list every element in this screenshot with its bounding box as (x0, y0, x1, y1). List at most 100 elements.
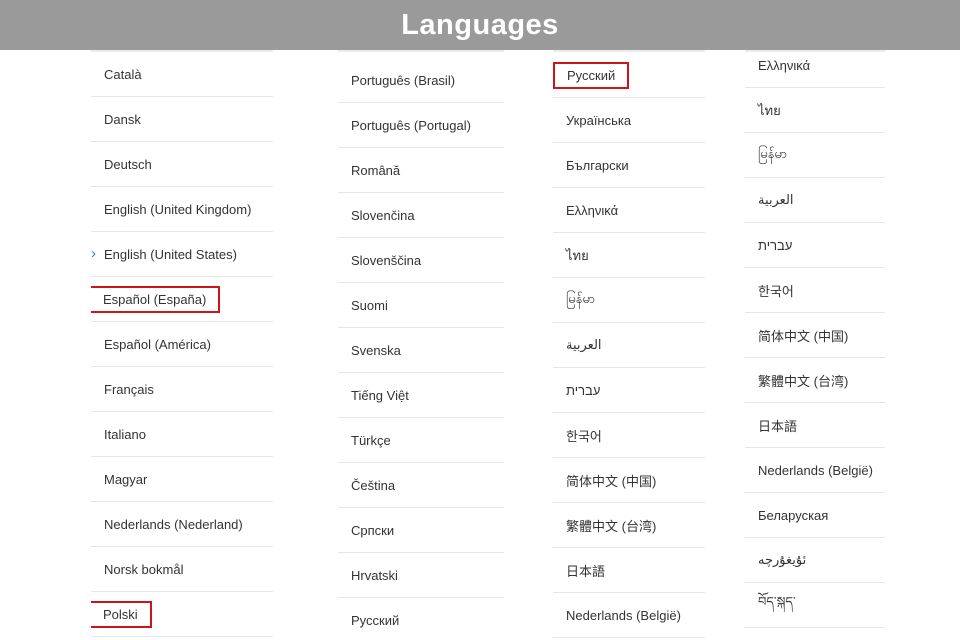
language-option[interactable]: Türkçe (338, 418, 504, 463)
language-option-label: Ελληνικά (566, 202, 619, 218)
language-option[interactable]: › English (United States) (91, 232, 273, 277)
language-option-label: Français (104, 381, 154, 397)
language-option-label: Italiano (104, 426, 146, 442)
language-option[interactable]: ไทย (745, 88, 885, 133)
language-option[interactable]: Svenska (338, 328, 504, 373)
language-option-label: 繁體中文 (台湾) (566, 518, 657, 534)
language-option-label: Српски (351, 522, 395, 538)
language-option[interactable]: Deutsch (91, 142, 273, 187)
language-option-label: བོད་སྐད་ (758, 593, 796, 609)
language-option[interactable]: မြန်မာ (745, 133, 885, 178)
language-option-label: עברית (566, 382, 601, 398)
language-option[interactable]: 简体中文 (中国) (745, 313, 885, 358)
language-option[interactable]: עברית (745, 223, 885, 268)
language-option[interactable]: 한국어 (745, 268, 885, 313)
language-option[interactable]: Suomi (338, 283, 504, 328)
language-option-label: Svenska (351, 342, 401, 358)
language-option[interactable]: 简体中文 (中国) (553, 458, 705, 503)
language-option-label: English (United States) (104, 246, 237, 262)
language-option[interactable]: မြန်မာ (553, 278, 705, 323)
language-option[interactable]: 日本語 (745, 403, 885, 448)
language-option-label: မြန်မာ (758, 145, 788, 161)
language-option[interactable]: English (United Kingdom) (91, 187, 273, 232)
language-option[interactable]: Hrvatski (338, 553, 504, 598)
language-option-label: ไทย (566, 247, 589, 263)
language-option-label: Slovenčina (351, 207, 415, 223)
language-option[interactable]: Tiếng Việt (338, 373, 504, 418)
language-option-label: Català (104, 66, 142, 82)
language-option-label: עברית (758, 237, 793, 253)
language-option-label: Русский (553, 61, 630, 89)
language-option-label: العربية (758, 192, 794, 207)
language-option-label: Română (351, 162, 401, 178)
language-option[interactable]: Nederlands (Nederland) (91, 502, 273, 547)
page-header: Languages (0, 0, 960, 50)
language-option[interactable]: 한국어 (553, 413, 705, 458)
language-option[interactable]: Dansk (91, 97, 273, 142)
language-option-label: Ελληνικά (758, 57, 811, 73)
language-option-label: Español (América) (104, 336, 211, 352)
language-option-label: Español (España) (91, 285, 221, 313)
language-option-label: 日本語 (758, 418, 798, 434)
language-option-label: Українська (566, 112, 632, 128)
column-top-divider (553, 50, 705, 52)
language-option[interactable]: Magyar (91, 457, 273, 502)
language-option-label: 日本語 (566, 563, 606, 579)
language-option-label: Suomi (351, 297, 388, 313)
language-option[interactable]: ไทย (553, 233, 705, 278)
language-option-label: ئۇيغۇرچە (758, 552, 807, 567)
language-option[interactable]: Nederlands (België) (553, 593, 705, 638)
page-title: Languages (401, 8, 559, 41)
language-option[interactable]: Português (Portugal) (338, 103, 504, 148)
language-option[interactable]: Slovenščina (338, 238, 504, 283)
language-option[interactable]: Ελληνικά (553, 188, 705, 233)
language-option[interactable]: Български (553, 143, 705, 188)
language-option[interactable]: Norsk bokmål (91, 547, 273, 592)
language-option-label: ไทย (758, 102, 781, 118)
language-option[interactable]: ئۇيغۇرچە (745, 538, 885, 583)
language-option[interactable]: Čeština (338, 463, 504, 508)
language-option[interactable]: Українська (553, 98, 705, 143)
language-option-label: Čeština (351, 477, 396, 493)
language-option[interactable]: Slovenčina (338, 193, 504, 238)
language-column-4: Ελληνικά ไทย မြန်မာ العربية עברית 한국어 简体中文 (中国… (745, 50, 885, 640)
language-option-label: 简体中文 (中国) (566, 473, 657, 489)
language-option-label: Português (Brasil) (351, 72, 456, 88)
language-option-label: Português (Portugal) (351, 117, 471, 133)
language-option[interactable]: Српски (338, 508, 504, 553)
language-option-label: Беларуская (758, 507, 829, 523)
language-option[interactable]: Español (América) (91, 322, 273, 367)
language-option-label: Türkçe (351, 432, 391, 448)
language-option[interactable]: 繁體中文 (台湾) (553, 503, 705, 548)
language-option-label: Magyar (104, 471, 148, 487)
language-option-label: العربية (566, 337, 602, 352)
language-option[interactable]: Ελληνικά (745, 50, 885, 88)
language-option[interactable]: Nederlands (België) (745, 448, 885, 493)
language-option[interactable]: Русский (338, 598, 504, 640)
language-option-label: Hrvatski (351, 567, 398, 583)
language-option-label: 繁體中文 (台湾) (758, 373, 849, 389)
language-column-3: Русский Українська Български Ελληνικά ไทย မြန… (553, 50, 705, 640)
language-option[interactable]: 日本語 (553, 548, 705, 593)
language-option-label: Nederlands (België) (758, 462, 873, 478)
language-option[interactable]: Català (91, 52, 273, 97)
language-option-label: Deutsch (104, 156, 152, 172)
language-option-label: English (United Kingdom) (104, 201, 252, 217)
language-option[interactable]: Italiano (91, 412, 273, 457)
language-option[interactable]: བོད་སྐད་ (745, 583, 885, 628)
language-option-label: 한국어 (566, 428, 602, 444)
language-option[interactable]: Português (Brasil) (338, 58, 504, 103)
language-option-label: Русский (351, 612, 400, 628)
language-column-1: Català Dansk Deutsch English (United Kingdo… (91, 50, 273, 640)
language-option[interactable]: Français (91, 367, 273, 412)
language-option[interactable]: 繁體中文 (台湾) (745, 358, 885, 403)
language-option[interactable]: Polski (91, 592, 273, 637)
language-option[interactable]: Беларуская (745, 493, 885, 538)
language-option[interactable]: עברית (553, 368, 705, 413)
language-option[interactable]: Русский (553, 53, 705, 98)
language-option[interactable]: العربية (745, 178, 885, 223)
column-top-divider (338, 50, 504, 52)
language-option[interactable]: العربية (553, 323, 705, 368)
language-option[interactable]: Español (España) (91, 277, 273, 322)
language-option[interactable]: Română (338, 148, 504, 193)
